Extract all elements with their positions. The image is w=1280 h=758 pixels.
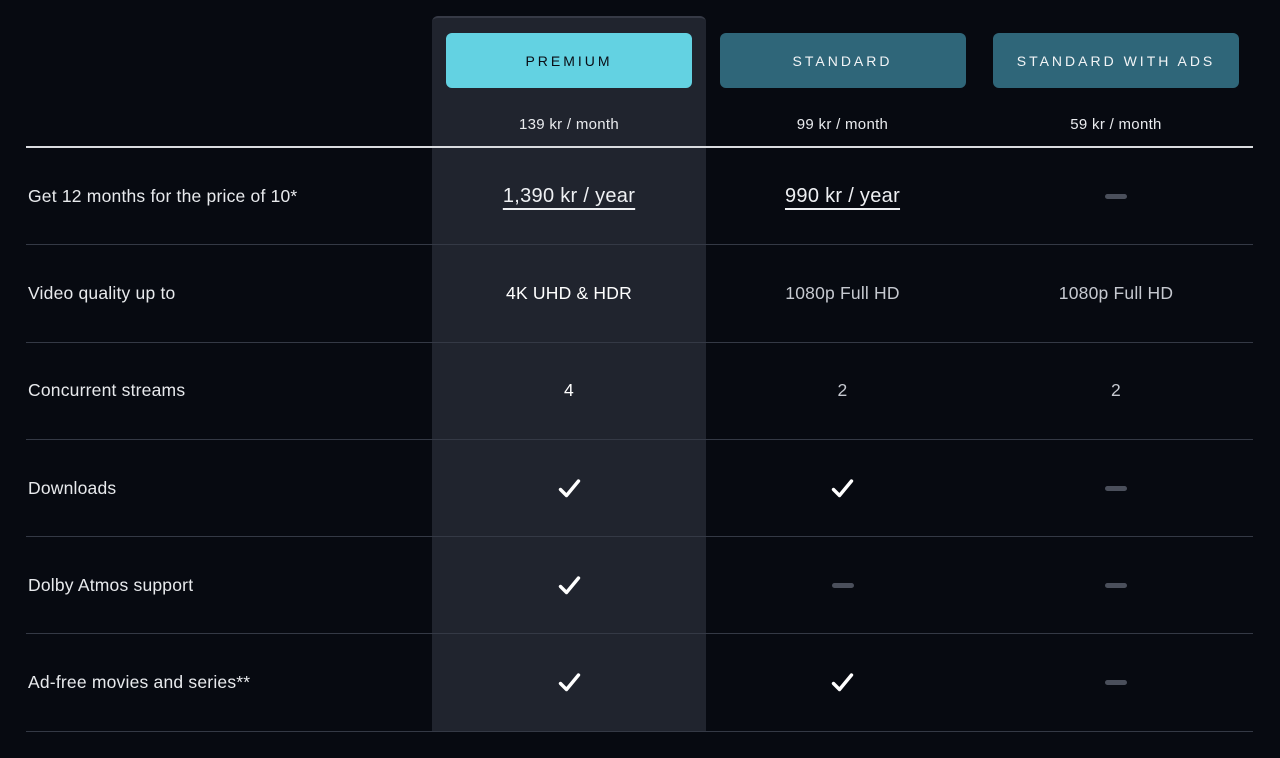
not-included-dash-icon (831, 582, 854, 588)
plan-value-cell (432, 475, 706, 502)
table-row: Video quality up to 4K UHD & HDR 1080p Ful… (26, 245, 1253, 343)
table-row: Concurrent streams 4 2 2 (26, 343, 1253, 440)
plan-value-cell: 1080p Full HD (706, 283, 979, 304)
plan-column-premium: PREMIUM 139 kr / month (432, 0, 706, 133)
feature-value: 4K UHD & HDR (506, 282, 632, 303)
standard-monthly-price: 99 kr / month (796, 116, 889, 133)
table-row: Downloads (26, 440, 1253, 538)
feature-value: 2 (1111, 380, 1121, 401)
plan-value-cell (706, 669, 979, 696)
table-row: Get 12 months for the price of 10* 1,390 … (26, 148, 1253, 246)
feature-label: Dolby Atmos support (28, 574, 194, 595)
feature-label: Downloads (28, 477, 117, 498)
table-row: Dolby Atmos support (26, 537, 1253, 635)
check-icon (829, 669, 856, 696)
not-included-dash-icon (1105, 680, 1127, 686)
plan-value-cell (979, 680, 1253, 686)
plan-value-cell (706, 582, 979, 588)
annual-price-link[interactable]: 990 kr / year (785, 185, 900, 208)
plan-value-cell: 1080p Full HD (979, 283, 1253, 304)
plan-value-cell (979, 485, 1253, 491)
plan-value-cell: 4 (432, 380, 706, 401)
feature-label: Ad-free movies and series** (28, 672, 251, 693)
annual-price-link[interactable]: 1,390 kr / year (503, 185, 635, 208)
check-icon (829, 475, 856, 502)
feature-value: 4 (564, 380, 574, 401)
plan-column-standard: STANDARD 99 kr / month (706, 0, 979, 133)
plan-value-cell: 990 kr / year (706, 185, 979, 208)
plan-value-cell (706, 475, 979, 502)
premium-plan-button[interactable]: PREMIUM (446, 33, 692, 88)
plan-value-cell: 2 (706, 380, 979, 401)
not-included-dash-icon (1105, 193, 1127, 199)
check-icon (556, 475, 583, 502)
standard-plan-button[interactable]: STANDARD (719, 33, 966, 88)
plan-value-cell: 1,390 kr / year (432, 185, 706, 208)
plans-header-row: PREMIUM 139 kr / month STANDARD 99 kr / … (26, 0, 1253, 148)
plan-value-cell (432, 669, 706, 696)
standard-with-ads-monthly-price: 59 kr / month (1070, 116, 1162, 133)
feature-value: 2 (837, 380, 848, 401)
table-row: Ad-free movies and series** (26, 634, 1253, 732)
feature-label: Video quality up to (28, 282, 176, 303)
not-included-dash-icon (1105, 582, 1127, 588)
plan-column-standard-with-ads: STANDARD WITH ADS 59 kr / month (979, 0, 1253, 133)
plan-value-cell (979, 193, 1253, 199)
check-icon (556, 572, 583, 599)
plan-value-cell: 4K UHD & HDR (432, 283, 706, 304)
plan-comparison-table: PREMIUM 139 kr / month STANDARD 99 kr / … (26, 0, 1253, 732)
plan-value-cell (432, 572, 706, 599)
plan-value-cell (979, 582, 1253, 588)
feature-rows: Get 12 months for the price of 10* 1,390 … (26, 148, 1253, 732)
feature-value: 1080p Full HD (1058, 282, 1174, 303)
premium-monthly-price: 139 kr / month (518, 116, 620, 133)
plan-value-cell: 2 (979, 380, 1253, 401)
feature-label: Concurrent streams (28, 380, 186, 401)
check-icon (556, 669, 583, 696)
feature-label: Get 12 months for the price of 10* (28, 185, 298, 206)
feature-value: 1080p Full HD (785, 282, 900, 303)
not-included-dash-icon (1105, 485, 1127, 491)
standard-with-ads-plan-button[interactable]: STANDARD WITH ADS (993, 33, 1239, 88)
plan-comparison-page: PREMIUM 139 kr / month STANDARD 99 kr / … (0, 0, 1280, 758)
